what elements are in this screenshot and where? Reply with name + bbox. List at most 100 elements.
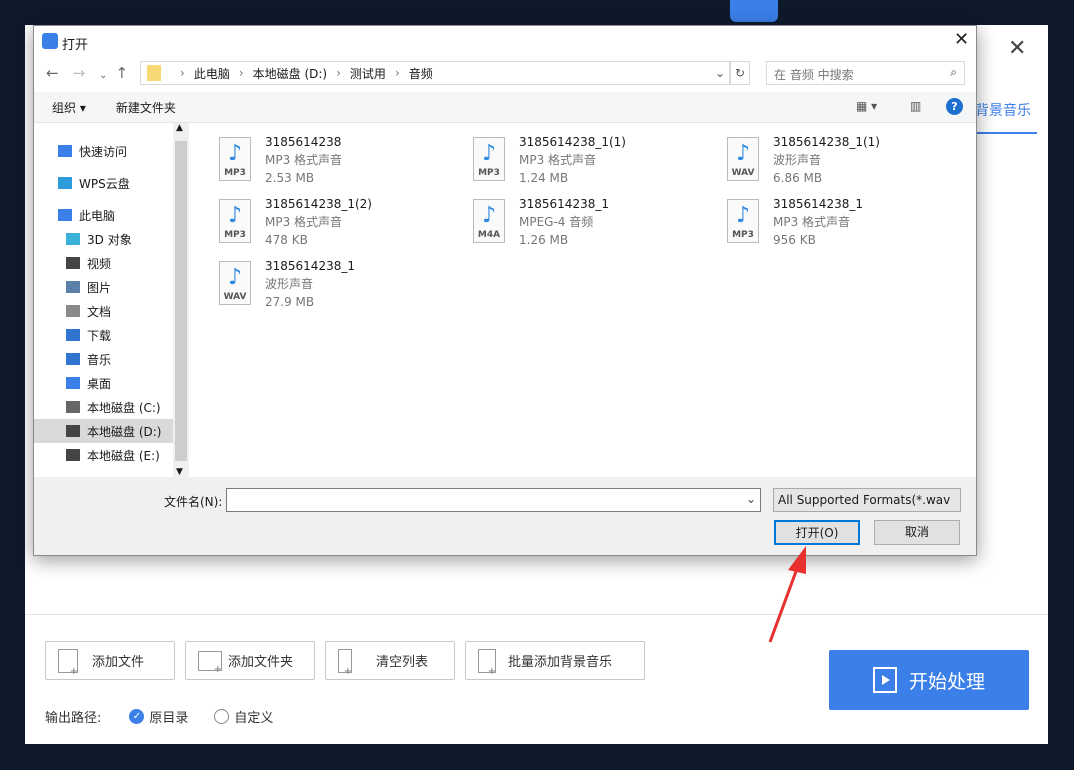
dialog-app-icon bbox=[42, 33, 58, 49]
add-file-button[interactable]: 添加文件 bbox=[45, 641, 175, 680]
file-size: 956 KB bbox=[773, 231, 863, 249]
new-folder-button[interactable]: 新建文件夹 bbox=[116, 99, 176, 116]
forward-button[interactable]: → bbox=[73, 64, 100, 82]
nav-item[interactable]: 音乐 bbox=[34, 347, 173, 371]
nav-item[interactable]: 本地磁盘 (D:) bbox=[34, 419, 173, 443]
file-size: 1.24 MB bbox=[519, 169, 626, 187]
breadcrumb-item[interactable]: 音频 bbox=[409, 65, 433, 82]
nav-item-label: 此电脑 bbox=[79, 207, 115, 224]
radio-custom[interactable] bbox=[214, 709, 229, 724]
audio-file-icon: ♪WAV bbox=[219, 261, 251, 305]
nav-item-label: 视频 bbox=[87, 255, 111, 272]
nav-item-label: 图片 bbox=[87, 279, 111, 296]
file-type: MP3 格式声音 bbox=[265, 213, 372, 231]
nav-item-label: 本地磁盘 (C:) bbox=[87, 399, 161, 416]
up-button[interactable]: ↑ bbox=[116, 64, 143, 82]
add-file-icon bbox=[58, 649, 78, 673]
preview-pane-icon[interactable]: ▥ bbox=[910, 99, 921, 113]
recent-dropdown[interactable]: ⌄ bbox=[99, 70, 115, 81]
batch-add-icon bbox=[478, 649, 496, 673]
filename-input[interactable]: ⌄ bbox=[226, 488, 761, 512]
nav-item-icon bbox=[66, 257, 80, 269]
view-options-icon[interactable]: ▦ ▾ bbox=[856, 99, 877, 113]
navigation-pane: 快速访问 WPS云盘此电脑 3D 对象视频图片文档下载音乐桌面本地磁盘 (C:) 本地… bbox=[34, 123, 189, 477]
file-name: 3185614238_1(1) bbox=[773, 133, 880, 151]
file-type: MP3 格式声音 bbox=[773, 213, 863, 231]
app-close-button[interactable]: ✕ bbox=[1008, 36, 1026, 61]
nav-item-icon bbox=[66, 449, 80, 461]
nav-item-icon bbox=[66, 281, 80, 293]
address-dropdown-icon[interactable]: ⌄ bbox=[715, 66, 725, 80]
nav-item[interactable]: 此电脑 bbox=[34, 203, 173, 227]
file-item[interactable]: ♪MP33185614238_1(2)MP3 格式声音478 KB bbox=[191, 191, 441, 251]
back-button[interactable]: ← bbox=[46, 64, 73, 82]
nav-item[interactable]: 图片 bbox=[34, 275, 173, 299]
nav-item-icon bbox=[58, 209, 72, 221]
nav-item[interactable]: 桌面 bbox=[34, 371, 173, 395]
help-icon[interactable]: ? bbox=[946, 98, 963, 115]
file-size: 6.86 MB bbox=[773, 169, 880, 187]
file-item[interactable]: ♪MP33185614238_1(1)MP3 格式声音1.24 MB bbox=[445, 129, 695, 189]
clear-list-button[interactable]: 清空列表 bbox=[325, 641, 455, 680]
nav-item-label: 桌面 bbox=[87, 375, 111, 392]
nav-item[interactable]: 文档 bbox=[34, 299, 173, 323]
address-bar[interactable]: › 此电脑› 本地磁盘 (D:)› 测试用› 音频 ⌄ bbox=[140, 61, 730, 85]
nav-item[interactable]: WPS云盘 bbox=[34, 171, 173, 195]
tab-background-music[interactable]: 背景音乐 bbox=[975, 100, 1037, 134]
app-logo bbox=[730, 0, 778, 22]
file-type-select[interactable]: All Supported Formats(*.wav bbox=[773, 488, 961, 512]
dialog-bottom: 文件名(N): ⌄ All Supported Formats(*.wav 打开… bbox=[34, 477, 976, 555]
filename-label: 文件名(N): bbox=[164, 493, 222, 510]
nav-item[interactable]: 3D 对象 bbox=[34, 227, 173, 251]
divider bbox=[25, 614, 1048, 615]
file-size: 478 KB bbox=[265, 231, 372, 249]
file-name: 3185614238_1(1) bbox=[519, 133, 626, 151]
nav-item-label: 本地磁盘 (E:) bbox=[87, 447, 160, 464]
file-item[interactable]: ♪M4A3185614238_1MPEG-4 音频1.26 MB bbox=[445, 191, 695, 251]
batch-add-music-button[interactable]: 批量添加背景音乐 bbox=[465, 641, 645, 680]
organize-menu[interactable]: 组织 ▾ bbox=[52, 99, 86, 116]
audio-file-icon: ♪MP3 bbox=[219, 199, 251, 243]
add-folder-button[interactable]: 添加文件夹 bbox=[185, 641, 315, 680]
breadcrumb-item[interactable]: 测试用 bbox=[350, 65, 386, 82]
file-name: 3185614238 bbox=[265, 133, 342, 151]
nav-item-icon bbox=[66, 401, 80, 413]
cancel-button[interactable]: 取消 bbox=[874, 520, 960, 545]
nav-item-icon bbox=[66, 329, 80, 341]
breadcrumb-item[interactable]: 本地磁盘 (D:) bbox=[253, 65, 327, 82]
nav-item-label: 3D 对象 bbox=[87, 231, 132, 248]
nav-item[interactable]: 视频 bbox=[34, 251, 173, 275]
trash-icon bbox=[338, 649, 352, 673]
nav-buttons: ←→⌄↑ bbox=[46, 64, 142, 82]
chevron-down-icon[interactable]: ⌄ bbox=[746, 492, 756, 506]
nav-item-icon bbox=[66, 233, 80, 245]
start-processing-button[interactable]: 开始处理 bbox=[829, 650, 1029, 710]
nav-item[interactable]: 下载 bbox=[34, 323, 173, 347]
refresh-button[interactable]: ↻ bbox=[730, 61, 750, 85]
folder-icon bbox=[147, 65, 161, 81]
dialog-toolbar: 组织 ▾ 新建文件夹 ▦ ▾ ▥ ? bbox=[34, 92, 976, 123]
file-item[interactable]: ♪MP33185614238_1MP3 格式声音956 KB bbox=[699, 191, 949, 251]
nav-scrollbar[interactable]: ▲▼ bbox=[173, 123, 189, 477]
radio-original-dir[interactable]: ✓ bbox=[129, 709, 144, 724]
file-type: 波形声音 bbox=[773, 151, 880, 169]
nav-item[interactable]: 本地磁盘 (C:) bbox=[34, 395, 173, 419]
file-list: ♪MP33185614238MP3 格式声音2.53 MB♪MP33185614… bbox=[191, 123, 976, 477]
audio-file-icon: ♪M4A bbox=[473, 199, 505, 243]
nav-item-label: WPS云盘 bbox=[79, 175, 130, 192]
nav-item[interactable]: 快速访问 bbox=[34, 139, 173, 163]
nav-item-label: 音乐 bbox=[87, 351, 111, 368]
nav-item-icon bbox=[66, 377, 80, 389]
open-button[interactable]: 打开(O) bbox=[774, 520, 860, 545]
nav-item-icon bbox=[66, 353, 80, 365]
file-item[interactable]: ♪MP33185614238MP3 格式声音2.53 MB bbox=[191, 129, 441, 189]
file-item[interactable]: ♪WAV3185614238_1波形声音27.9 MB bbox=[191, 253, 441, 313]
breadcrumb-item[interactable]: 此电脑 bbox=[194, 65, 230, 82]
file-item[interactable]: ♪WAV3185614238_1(1)波形声音6.86 MB bbox=[699, 129, 949, 189]
search-input[interactable]: 在 音频 中搜索⌕ bbox=[766, 61, 965, 85]
dialog-close-button[interactable]: ✕ bbox=[954, 29, 969, 50]
nav-item[interactable]: 本地磁盘 (E:) bbox=[34, 443, 173, 467]
file-name: 3185614238_1 bbox=[773, 195, 863, 213]
file-type: 波形声音 bbox=[265, 275, 355, 293]
nav-item-icon bbox=[58, 177, 72, 189]
